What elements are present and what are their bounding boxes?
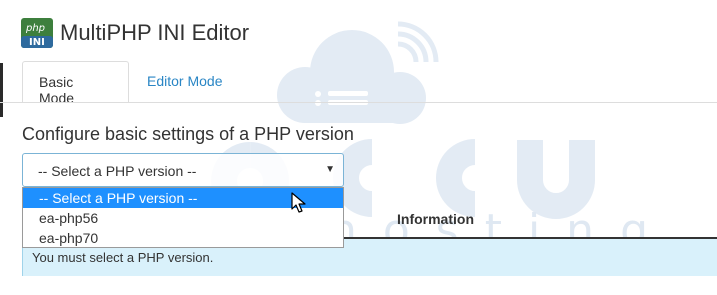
svg-text:INI: INI (29, 37, 45, 48)
multiphp-logo-icon: php INI (21, 18, 53, 48)
option-ea-php70[interactable]: ea-php70 (23, 228, 343, 248)
section-heading: Configure basic settings of a PHP versio… (22, 124, 354, 144)
tab-basic-mode[interactable]: Basic Mode (22, 61, 129, 106)
tabs-divider (0, 102, 717, 103)
alert-message: You must select a PHP version. (32, 250, 214, 265)
svg-text:php: php (25, 23, 45, 34)
page-title: MultiPHP INI Editor (60, 20, 250, 45)
dropdown-arrow-icon: ▼ (325, 164, 335, 175)
information-column-header: Information (397, 211, 474, 227)
mode-tabs: Basic Mode Editor Mode (0, 61, 717, 106)
tab-editor-mode[interactable]: Editor Mode (131, 61, 238, 103)
mouse-pointer-icon (291, 192, 306, 213)
select-value: -- Select a PHP version -- (38, 163, 197, 179)
php-version-select[interactable]: -- Select a PHP version -- ▼ (22, 153, 344, 187)
